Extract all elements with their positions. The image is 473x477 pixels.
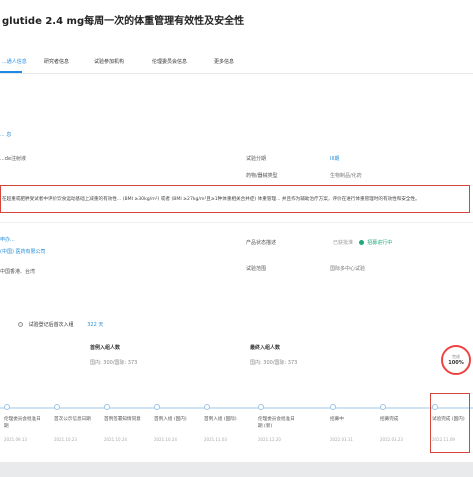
timeline-dot	[54, 404, 60, 410]
progress-card	[0, 310, 473, 470]
timeline-step-label: 首次公示信息日期	[54, 417, 91, 422]
tab-ethics[interactable]: 伦理委员会信息	[152, 58, 187, 65]
completion-ring: 完成 100%	[441, 345, 471, 375]
timeline-step-label: 招募完成	[380, 417, 399, 422]
progress-heading-text: 试验登记后首次入组	[28, 322, 74, 328]
timeline-step-label: 伦理委员会批准日期 (新)	[258, 417, 295, 429]
status-dot-icon	[358, 240, 364, 245]
type-label: 药物/器械类型	[246, 173, 278, 179]
type-value: 生物制品/化药	[330, 173, 362, 179]
timeline-step-label: 首例入组 (国内)	[154, 417, 187, 422]
timeline-step-date: 2021.10.24	[154, 437, 177, 442]
product-status: 已获批准 招募进行中	[333, 239, 392, 246]
tab-bar: ...通人信息 研究者信息 试验参加机构 伦理委员会信息 更多信息	[0, 54, 473, 74]
product-status-prefix: 已获批准	[333, 240, 354, 246]
stat-first-enroll-value: 国内: 300/国际: 373	[90, 360, 138, 366]
tab-investigators[interactable]: 研究者信息	[44, 58, 69, 65]
tab-more[interactable]: 更多信息	[214, 58, 234, 65]
timeline-step-date: 2022.03.11	[330, 437, 353, 442]
timeline-step-label: 伦理委员会批准日期	[4, 417, 41, 429]
category-value: III期	[330, 156, 340, 162]
stat-final-enroll-value: 国内: 300/国际: 373	[250, 360, 298, 366]
section-info-title: ... 息	[0, 132, 12, 138]
timeline-step-date: 2022.03.23	[380, 437, 403, 442]
product-status-label: 产品状态描述	[246, 240, 277, 246]
bottom-bar	[0, 462, 473, 477]
section-sponsor-title: 申办...	[0, 237, 15, 243]
stat-first-enroll: 首例入组人数 国内: 300/国际: 373	[90, 344, 137, 366]
timeline-dot	[330, 404, 336, 410]
timeline-dot	[380, 404, 386, 410]
stat-final-enroll-title: 最终入组人数	[250, 345, 281, 351]
timeline-step-label: 首例入组 (国际)	[204, 417, 237, 422]
timeline-step-date: 2021.10.24	[104, 437, 127, 442]
timeline-step-date: 2021.11.03	[204, 437, 227, 442]
sponsor-company[interactable]: (中国) 医药有限公司	[0, 248, 46, 255]
page-title: glutide 2.4 mg每周一次的体重管理有效性及安全性	[2, 16, 245, 27]
category-label: 试验分期	[246, 156, 267, 162]
drug-name-value: ...de注射液	[0, 156, 27, 162]
stat-final-enroll: 最终入组人数 国内: 300/国际: 373	[250, 344, 297, 366]
timeline-step-date: 2021.10.23	[54, 437, 77, 442]
stat-first-enroll-title: 首例入组人数	[90, 345, 121, 351]
tab-sites[interactable]: 试验参加机构	[94, 58, 124, 65]
timeline-dot	[154, 404, 160, 410]
completion-highlight	[430, 393, 470, 453]
timeline-step-label: 招募中	[330, 417, 344, 422]
clock-icon	[18, 322, 23, 327]
page: glutide 2.4 mg每周一次的体重管理有效性及安全性 ...通人信息 研…	[0, 0, 473, 477]
progress-heading: 试验登记后首次入组 322 天	[18, 321, 103, 328]
tab-contact[interactable]: ...通人信息	[2, 58, 27, 65]
trial-range-label: 试验范围	[246, 266, 267, 272]
timeline-step-label: 首例签署知情同意	[104, 417, 141, 422]
progress-days: 322 天	[87, 322, 104, 328]
timeline-step-date: 2021.12.20	[258, 437, 281, 442]
timeline-dot	[204, 404, 210, 410]
product-status-value: 招募进行中	[367, 240, 393, 246]
divider	[0, 222, 473, 223]
trial-range-value: 国际多中心试验	[330, 266, 366, 272]
timeline-dot	[4, 404, 10, 410]
indication-text: 在超重或肥胖受试者中评价饮食运动基础上减重的有效性... (BMI ≥30kg/…	[2, 197, 420, 202]
completion-ring-value: 100%	[448, 360, 464, 366]
timeline-step-date: 2021.09.13	[4, 437, 27, 442]
timeline-track	[0, 407, 473, 409]
timeline-dot	[104, 404, 110, 410]
tab-active-indicator	[0, 71, 22, 73]
timeline-dot	[258, 404, 264, 410]
sponsor-region: 中国香港、台湾	[0, 269, 36, 275]
